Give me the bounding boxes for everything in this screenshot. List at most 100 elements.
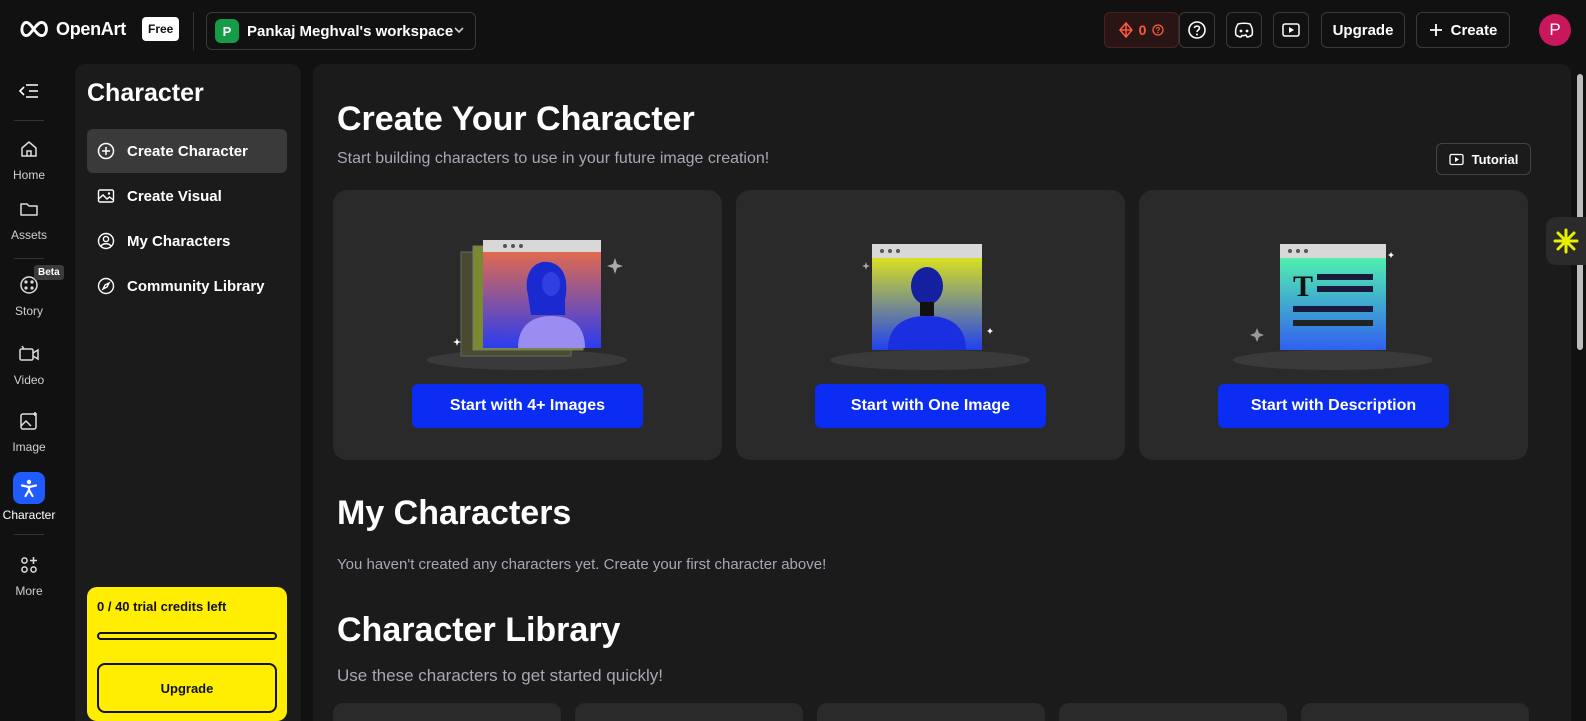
nav-my-characters[interactable]: My Characters [87, 219, 287, 263]
option-card-description[interactable]: T Start with Description [1139, 190, 1528, 460]
workspace-selector[interactable]: P Pankaj Meghval's workspace [206, 12, 476, 50]
plus-icon [1429, 24, 1442, 36]
top-bar: OpenArt Free P Pankaj Meghval's workspac… [0, 0, 1586, 62]
video-camera-icon [14, 339, 44, 369]
collapse-menu-icon [14, 76, 44, 106]
rail-label: Image [12, 440, 46, 454]
nav-create-character[interactable]: Create Character [87, 129, 287, 173]
discord-button[interactable] [1226, 12, 1262, 48]
character-library-title: Character Library [337, 611, 621, 649]
nav-label: Community Library [127, 277, 265, 295]
rail-label: Assets [10, 228, 47, 242]
scrollbar-thumb[interactable] [1577, 74, 1583, 350]
compass-icon [97, 277, 115, 295]
page-title: Create Your Character [337, 100, 695, 138]
video-tutorial-button[interactable] [1273, 12, 1309, 48]
assistant-widget-button[interactable] [1546, 217, 1586, 265]
my-characters-empty-text: You haven't created any characters yet. … [337, 556, 827, 573]
openart-logo[interactable]: OpenArt [18, 18, 126, 40]
rail-item-more[interactable]: More [0, 550, 58, 598]
option-card-4-images[interactable]: Start with 4+ Images [333, 190, 722, 460]
tutorial-label: Tutorial [1471, 151, 1519, 167]
nav-label: Create Character [127, 142, 248, 160]
play-screen-icon [1448, 153, 1464, 165]
infinity-logo-icon [20, 20, 48, 38]
home-icon [14, 134, 44, 164]
start-with-4-images-button[interactable]: Start with 4+ Images [412, 384, 643, 428]
trial-progress-bar [97, 632, 277, 640]
rail-item-character[interactable]: Character [0, 472, 58, 522]
workspace-name: Pankaj Meghval's workspace [247, 22, 454, 40]
start-with-one-image-button[interactable]: Start with One Image [815, 384, 1046, 428]
cta-label: Start with One Image [850, 397, 1011, 414]
workspace-avatar: P [215, 19, 239, 43]
my-characters-title: My Characters [337, 494, 572, 532]
trial-upgrade-button[interactable]: Upgrade [97, 663, 277, 713]
rail-item-assets[interactable]: Assets [0, 194, 58, 242]
rail-label: Character [2, 508, 56, 522]
rail-item-home[interactable]: Home [0, 134, 58, 182]
nav-community-library[interactable]: Community Library [87, 264, 287, 308]
main-content: Create Your Character Start building cha… [313, 64, 1571, 721]
trial-credits-text: 0 / 40 trial credits left [97, 599, 227, 614]
rail-divider [14, 534, 44, 535]
option-card-one-image[interactable]: Start with One Image [736, 190, 1125, 460]
rail-label: Home [12, 168, 45, 182]
trial-credits-box: 0 / 40 trial credits left Upgrade [87, 587, 287, 721]
upgrade-button[interactable]: Upgrade [1321, 12, 1405, 48]
start-with-description-button[interactable]: Start with Description [1218, 384, 1449, 428]
library-card[interactable] [1059, 703, 1287, 721]
left-rail: Home Assets Story Beta Video Image Chara… [0, 62, 64, 721]
credits-indicator[interactable]: 0 ? [1104, 12, 1179, 48]
panel-title: Character [87, 79, 204, 107]
character-side-panel: Character Create Character Create Visual… [75, 64, 301, 721]
collapse-sidebar-button[interactable] [0, 76, 58, 106]
description-illustration: T [1233, 244, 1433, 370]
create-label: Create [1450, 21, 1498, 39]
rail-divider [14, 120, 44, 121]
divider [193, 12, 194, 50]
create-button[interactable]: Create [1416, 12, 1510, 48]
svg-text:T: T [1293, 270, 1313, 303]
page-subtitle: Start building characters to use in your… [337, 150, 770, 167]
image-icon [97, 189, 115, 203]
folder-icon [14, 194, 44, 224]
nav-label: My Characters [127, 232, 231, 250]
multi-image-illustration [427, 240, 627, 370]
rail-label: More [15, 584, 43, 598]
single-image-illustration [830, 244, 1030, 370]
image-sparkle-icon [14, 406, 44, 436]
rail-item-image[interactable]: Image [0, 406, 58, 454]
library-card[interactable] [575, 703, 803, 721]
library-card[interactable] [1301, 703, 1529, 721]
plan-badge: Free [142, 17, 180, 41]
beta-badge: Beta [34, 265, 64, 280]
help-button[interactable] [1179, 12, 1215, 48]
apps-grid-icon [14, 550, 44, 580]
svg-text:?: ? [1156, 26, 1161, 35]
user-avatar[interactable]: P [1539, 14, 1571, 46]
chevron-down-icon [454, 27, 464, 34]
play-icon [1282, 23, 1300, 37]
person-accessibility-icon [13, 472, 45, 504]
sparkle-burst-icon [1553, 228, 1579, 254]
discord-icon [1234, 22, 1254, 38]
cta-label: Start with 4+ Images [449, 397, 606, 414]
character-library-subtitle: Use these characters to get started quic… [337, 666, 663, 685]
nav-create-visual[interactable]: Create Visual [87, 174, 287, 218]
tutorial-button[interactable]: Tutorial [1436, 143, 1531, 175]
trial-upgrade-label: Upgrade [160, 680, 214, 696]
help-circle-icon [1188, 21, 1206, 39]
rail-label: Story [14, 304, 43, 318]
user-circle-icon [97, 232, 115, 250]
rail-label: Video [13, 373, 45, 387]
nav-label: Create Visual [127, 187, 222, 205]
question-icon: ? [1152, 24, 1165, 36]
library-card[interactable] [333, 703, 561, 721]
plus-circle-icon [97, 142, 115, 160]
cta-label: Start with Description [1250, 397, 1417, 414]
credits-count: 0 [1138, 22, 1147, 38]
rail-item-video[interactable]: Video [0, 339, 58, 387]
rail-divider [14, 258, 44, 259]
library-card[interactable] [817, 703, 1045, 721]
